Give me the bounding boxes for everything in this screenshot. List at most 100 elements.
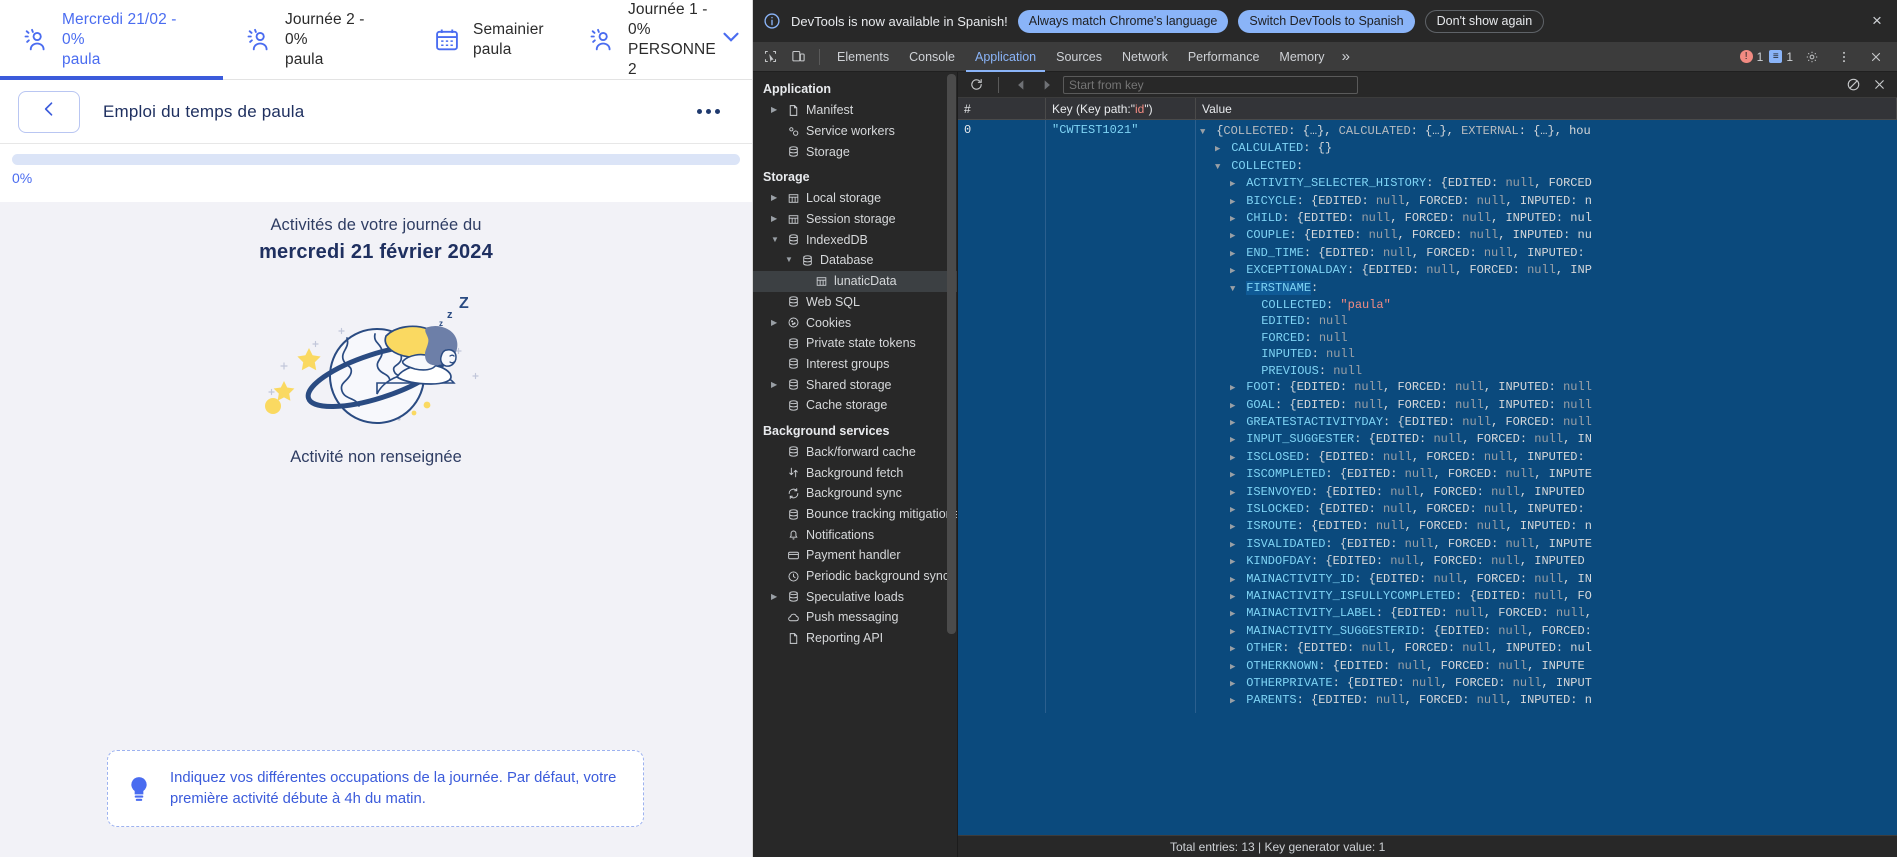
json-tree-line[interactable]: ISROUTE: {EDITED: null, FORCED: null, IN…: [1200, 518, 1893, 535]
sidebar-item-indexeddb[interactable]: ▼ IndexedDB: [753, 229, 957, 250]
sidebar-item-periodic-background-sync[interactable]: ▶ Periodic background sync: [753, 566, 957, 587]
json-tree-line[interactable]: MAINACTIVITY_ISFULLYCOMPLETED: {EDITED: …: [1200, 588, 1893, 605]
scrollbar-thumb[interactable]: [947, 74, 956, 634]
expand-arrow-icon[interactable]: [1230, 554, 1239, 570]
column-index[interactable]: #: [958, 98, 1046, 119]
expand-arrow-icon[interactable]: [1230, 246, 1239, 262]
expand-arrow-icon[interactable]: [1230, 194, 1239, 210]
expand-arrow-icon[interactable]: [1230, 659, 1239, 675]
expand-arrow-icon[interactable]: [1230, 485, 1239, 501]
collapse-arrow-icon[interactable]: [1215, 159, 1224, 175]
expand-arrow-icon[interactable]: [1230, 537, 1239, 553]
sidebar-item-web-sql[interactable]: ▶ Web SQL: [753, 292, 957, 313]
expand-arrow-icon[interactable]: [1230, 693, 1239, 709]
tab-sources[interactable]: Sources: [1047, 42, 1111, 72]
expand-arrow-icon[interactable]: [1230, 676, 1239, 692]
sidebar-item-session-storage[interactable]: ▶ Session storage: [753, 209, 957, 230]
refresh-icon[interactable]: [966, 75, 986, 95]
json-tree-line[interactable]: CHILD: {EDITED: null, FORCED: null, INPU…: [1200, 210, 1893, 227]
more-options-icon[interactable]: [697, 109, 720, 114]
expand-arrow-icon[interactable]: [1230, 176, 1239, 192]
sidebar-item-shared-storage[interactable]: ▶ Shared storage: [753, 374, 957, 395]
column-value[interactable]: Value: [1196, 98, 1897, 119]
json-tree-line[interactable]: FORCED: null: [1200, 330, 1893, 346]
app-tab-4[interactable]: Journée 1 - 0% PERSONNE 2: [566, 0, 736, 80]
expand-arrow-icon[interactable]: [1230, 450, 1239, 466]
sidebar-item-payment-handler[interactable]: ▶ Payment handler: [753, 545, 957, 566]
expand-arrow-icon[interactable]: [1230, 398, 1239, 414]
sidebar-item-speculative-loads[interactable]: ▶ Speculative loads: [753, 586, 957, 607]
sidebar-item-reporting-api[interactable]: ▶ Reporting API: [753, 628, 957, 649]
collapse-arrow-icon[interactable]: [1200, 124, 1209, 140]
sidebar-item-cache-storage[interactable]: ▶ Cache storage: [753, 395, 957, 416]
json-tree-line[interactable]: OTHERPRIVATE: {EDITED: null, FORCED: nul…: [1200, 675, 1893, 692]
expand-arrow-icon[interactable]: [1230, 502, 1239, 518]
expand-arrow-icon[interactable]: [1230, 519, 1239, 535]
switch-to-spanish-button[interactable]: Switch DevTools to Spanish: [1238, 9, 1415, 33]
expand-arrow-icon[interactable]: [1230, 589, 1239, 605]
tab-overflow-icon[interactable]: »: [1336, 48, 1356, 65]
app-tab-1[interactable]: Mercredi 21/02 - 0% paula: [0, 0, 223, 80]
back-button[interactable]: [18, 90, 80, 133]
delete-selected-icon[interactable]: [1869, 75, 1889, 95]
app-tab-2[interactable]: Journée 2 - 0% paula: [223, 0, 411, 80]
sidebar-item-background-fetch[interactable]: ▶ Background fetch: [753, 462, 957, 483]
json-tree-line[interactable]: COLLECTED:: [1200, 158, 1893, 175]
tab-console[interactable]: Console: [900, 42, 964, 72]
sidebar-item-interest-groups[interactable]: ▶ Interest groups: [753, 354, 957, 375]
sidebar-item-cookies[interactable]: ▶ Cookies: [753, 312, 957, 333]
json-tree-line[interactable]: MAINACTIVITY_ID: {EDITED: null, FORCED: …: [1200, 571, 1893, 588]
expand-arrow-icon[interactable]: [1230, 641, 1239, 657]
expand-arrow-icon[interactable]: [1230, 572, 1239, 588]
sidebar-item-storage[interactable]: ▶ Storage: [753, 141, 957, 162]
sidebar-item-local-storage[interactable]: ▶ Local storage: [753, 188, 957, 209]
app-tab-3[interactable]: Semainier paula: [411, 0, 566, 80]
error-count-badge[interactable]: ! 1: [1739, 50, 1763, 64]
expand-arrow-icon[interactable]: [1230, 228, 1239, 244]
tab-network[interactable]: Network: [1113, 42, 1177, 72]
json-tree-line[interactable]: ISVALIDATED: {EDITED: null, FORCED: null…: [1200, 536, 1893, 553]
json-tree-line[interactable]: ISCLOSED: {EDITED: null, FORCED: null, I…: [1200, 449, 1893, 466]
sidebar-item-lunaticdata[interactable]: ▶ lunaticData: [753, 270, 957, 292]
json-tree-line[interactable]: OTHER: {EDITED: null, FORCED: null, INPU…: [1200, 640, 1893, 657]
expand-arrow-icon[interactable]: [1230, 380, 1239, 396]
sidebar-item-bounce-tracking[interactable]: ▶ Bounce tracking mitigations: [753, 504, 957, 525]
gear-icon[interactable]: [1799, 45, 1825, 69]
json-tree-line[interactable]: ISLOCKED: {EDITED: null, FORCED: null, I…: [1200, 501, 1893, 518]
sidebar-item-private-state-tokens[interactable]: ▶ Private state tokens: [753, 333, 957, 354]
expand-arrow-icon[interactable]: [1230, 467, 1239, 483]
tab-performance[interactable]: Performance: [1179, 42, 1269, 72]
close-icon[interactable]: ×: [1867, 11, 1887, 31]
json-tree-line[interactable]: EXCEPTIONALDAY: {EDITED: null, FORCED: n…: [1200, 262, 1893, 279]
inspect-icon[interactable]: [757, 45, 783, 69]
json-tree-line[interactable]: {COLLECTED: {…}, CALCULATED: {…}, EXTERN…: [1200, 123, 1893, 140]
json-tree-line[interactable]: END_TIME: {EDITED: null, FORCED: null, I…: [1200, 245, 1893, 262]
json-tree-line[interactable]: OTHERKNOWN: {EDITED: null, FORCED: null,…: [1200, 658, 1893, 675]
json-tree-line[interactable]: EDITED: null: [1200, 313, 1893, 329]
column-key[interactable]: Key (Key path: " id "): [1046, 98, 1196, 119]
json-tree-line[interactable]: GREATESTACTIVITYDAY: {EDITED: null, FORC…: [1200, 414, 1893, 431]
sidebar-item-background-sync[interactable]: ▶ Background sync: [753, 483, 957, 504]
expand-arrow-icon[interactable]: [1230, 606, 1239, 622]
tab-application[interactable]: Application: [966, 42, 1045, 72]
json-tree-line[interactable]: ISCOMPLETED: {EDITED: null, FORCED: null…: [1200, 466, 1893, 483]
json-tree-line[interactable]: GOAL: {EDITED: null, FORCED: null, INPUT…: [1200, 397, 1893, 414]
json-tree-line[interactable]: PREVIOUS: null: [1200, 363, 1893, 379]
json-tree-line[interactable]: CALCULATED: {}: [1200, 140, 1893, 157]
next-page-icon[interactable]: [1037, 75, 1057, 95]
expand-arrow-icon[interactable]: [1230, 432, 1239, 448]
json-tree-line[interactable]: COUPLE: {EDITED: null, FORCED: null, INP…: [1200, 227, 1893, 244]
json-tree-line[interactable]: KINDOFDAY: {EDITED: null, FORCED: null, …: [1200, 553, 1893, 570]
sidebar-scrollbar[interactable]: [947, 74, 956, 684]
json-tree-line[interactable]: INPUT_SUGGESTER: {EDITED: null, FORCED: …: [1200, 431, 1893, 448]
json-tree-line[interactable]: FIRSTNAME:: [1200, 280, 1893, 297]
dont-show-again-button[interactable]: Don't show again: [1424, 9, 1545, 33]
json-tree-line[interactable]: MAINACTIVITY_LABEL: {EDITED: null, FORCE…: [1200, 605, 1893, 622]
expand-arrow-icon[interactable]: [1230, 415, 1239, 431]
sidebar-item-service-workers[interactable]: ▶ Service workers: [753, 121, 957, 142]
json-tree-line[interactable]: PARENTS: {EDITED: null, FORCED: null, IN…: [1200, 692, 1893, 709]
expand-arrow-icon[interactable]: [1230, 211, 1239, 227]
table-row[interactable]: 0 "CWTEST1021" {COLLECTED: {…}, CALCULAT…: [958, 120, 1897, 713]
previous-page-icon[interactable]: [1011, 75, 1031, 95]
json-tree-line[interactable]: ISENVOYED: {EDITED: null, FORCED: null, …: [1200, 484, 1893, 501]
